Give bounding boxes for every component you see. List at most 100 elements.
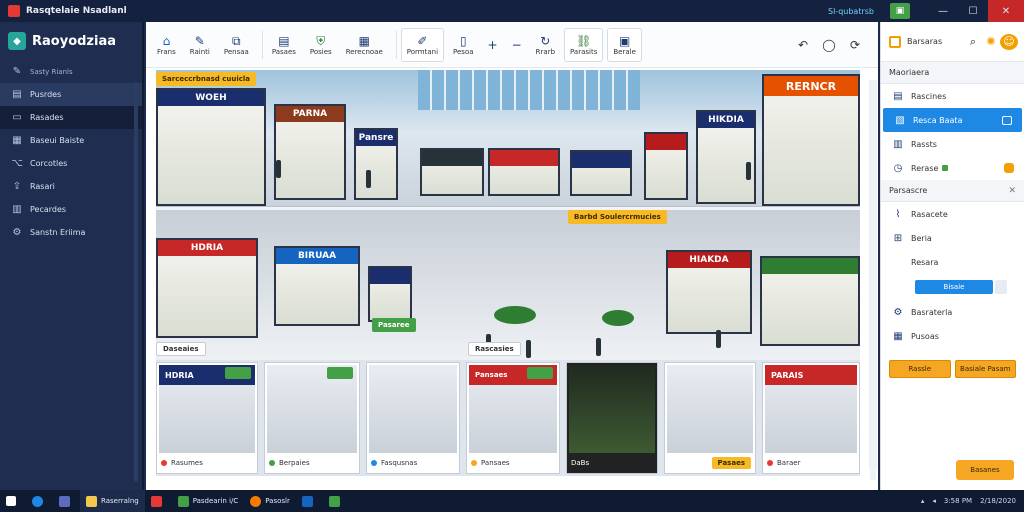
store-front[interactable]: Pansre	[354, 128, 398, 200]
link-button[interactable]: ⛓ Parasits	[564, 27, 604, 62]
store-front[interactable]: HDRIA	[156, 238, 258, 338]
store-front[interactable]: HIKDIA	[696, 110, 756, 204]
minimize-button[interactable]: —	[928, 0, 958, 22]
scene-caption[interactable]: Rascasies	[468, 342, 521, 356]
panel-item[interactable]: ◷ Rerase	[881, 156, 1024, 180]
rotate-button[interactable]: ↻ Rrarb	[531, 28, 560, 62]
taskbar-item[interactable]: Pasdearin i/C	[172, 490, 245, 512]
scene-caption[interactable]: Pasaree	[372, 318, 416, 332]
value-bar-end[interactable]	[995, 280, 1007, 294]
thumbnail-card[interactable]: Pansaes Pansaes	[466, 362, 560, 474]
volume-icon[interactable]: ◂	[932, 497, 936, 505]
panel-item[interactable]: ▤ Rascines	[881, 84, 1024, 108]
sidebar-item-share[interactable]: ⇪ Rasari	[0, 175, 142, 198]
search-icon[interactable]: ⌕	[964, 35, 982, 49]
store-front[interactable]	[644, 132, 688, 200]
apply-button[interactable]: Basanes	[956, 460, 1014, 480]
close-icon[interactable]: ✕	[1008, 186, 1016, 196]
thumbnail-card[interactable]: Berpaies	[264, 362, 360, 474]
sidebar-item-archive[interactable]: ▦ Baseui Baiste	[0, 129, 142, 152]
planter	[602, 310, 634, 326]
thumbnail-card[interactable]: Fasqusnas	[366, 362, 460, 474]
primary-action-button[interactable]: Rassle	[889, 360, 951, 378]
thumbnail-card[interactable]: Pasaes	[664, 362, 756, 474]
gear-icon[interactable]: ✺	[982, 35, 1000, 48]
value-bar[interactable]: Bisaie	[915, 280, 993, 294]
avatar[interactable]: ☺	[1000, 33, 1018, 50]
calendar-button[interactable]: ▦ Rerecnoae	[341, 28, 388, 62]
refresh-icon[interactable]: ⟳	[842, 38, 868, 52]
mall-viewport[interactable]: WOEH PARNA Pansre HIKDIA RERNCR Sarceccr…	[156, 70, 860, 476]
panel-item[interactable]: ⌇ Rasacete	[881, 202, 1024, 226]
search-icon[interactable]: ◯	[816, 38, 842, 52]
tray-time[interactable]: 3:58 PM	[944, 497, 972, 505]
sidebar-item-settings[interactable]: ⚙ Sanstn Eriima	[0, 221, 142, 244]
section-header[interactable]: Maoriaera	[881, 62, 1024, 84]
sidebar-item-projects[interactable]: ▤ Pusrdes	[0, 83, 142, 106]
thumbnail-card[interactable]: HDRIA Rasumes	[156, 362, 258, 474]
store-front[interactable]: BIRUAA	[274, 246, 360, 326]
network-icon[interactable]: ▴	[921, 497, 925, 505]
tray-date[interactable]: 2/18/2020	[980, 497, 1016, 505]
store-front[interactable]	[420, 148, 484, 196]
panel-title: Barsaras	[907, 37, 943, 46]
panel-item[interactable]: ⊞ Beria	[881, 226, 1024, 250]
panel-item[interactable]: ▦ Pusoas	[881, 324, 1024, 348]
status-dot	[471, 460, 477, 466]
scene-annotation-tag[interactable]: Barbd Soulercrmucies	[568, 210, 667, 224]
store-front[interactable]: HIAKDA	[666, 250, 752, 334]
taskbar-search[interactable]	[26, 490, 53, 512]
sidebar-item-controls[interactable]: ⌥ Corcotles	[0, 152, 142, 175]
sidebar: ◆ Raoyodziaa ✎ Sasty Rianls ▤ Pusrdes ▭ …	[0, 22, 144, 490]
sidebar-item-label: Corcotles	[30, 159, 68, 168]
thumbnail-card[interactable]: PARAIS Baraer	[762, 362, 860, 474]
document-button[interactable]: ▯ Pesoa	[448, 28, 479, 62]
shield-button[interactable]: ⛨ Posies	[305, 28, 337, 62]
panel-item-selected[interactable]: ▧ Resca Baata	[883, 108, 1022, 132]
thumbnail-image	[267, 365, 357, 453]
maximize-button[interactable]: ☐	[958, 0, 988, 22]
taskbar-item[interactable]	[296, 490, 323, 512]
taskbar-item[interactable]: Raserralng	[80, 490, 145, 512]
store-front[interactable]: PARNA	[274, 104, 346, 200]
taskbar-item[interactable]: Pasoslr	[244, 490, 296, 512]
scene-annotation-tag[interactable]: Sarceccrbnasd cuuicla	[156, 72, 256, 86]
taskbar-item[interactable]	[53, 490, 80, 512]
panel-item[interactable]: ⚙ Basraterla	[881, 300, 1024, 324]
edit-button[interactable]: ✎ Rainti	[185, 28, 215, 62]
close-button[interactable]: ✕	[988, 0, 1024, 22]
scene-caption[interactable]: Daseaies	[156, 342, 206, 356]
thumbnail-card[interactable]: DaBs	[566, 362, 658, 474]
app-logo[interactable]: ◆ Raoyodziaa	[0, 22, 142, 60]
store-front[interactable]	[488, 148, 560, 196]
section-header[interactable]: Parsascre ✕	[881, 180, 1024, 202]
gift-icon[interactable]: ▣	[890, 3, 910, 19]
zoom-out-button[interactable]: −	[507, 28, 527, 62]
sidebar-item-folders[interactable]: ▭ Rasades	[0, 106, 142, 129]
taskbar-item[interactable]	[145, 490, 172, 512]
layers-button[interactable]: ⧉ Pensaa	[219, 28, 254, 62]
user-label[interactable]: Sl-qubatrsb	[828, 7, 874, 16]
sidebar-scrollbar[interactable]	[134, 82, 138, 482]
taskbar-item[interactable]	[323, 490, 350, 512]
sidebar-item-reports[interactable]: ▥ Pecardes	[0, 198, 142, 221]
home-button[interactable]: ⌂ Frans	[152, 28, 181, 62]
grid-button[interactable]: ▣ Berale	[607, 27, 642, 62]
store-front[interactable]: WOEH	[156, 88, 266, 206]
plus-icon: +	[487, 37, 498, 52]
start-button[interactable]	[0, 490, 26, 512]
store-front[interactable]	[760, 256, 860, 346]
zoom-in-button[interactable]: +	[483, 28, 503, 62]
print-button[interactable]: ▤ Pasaes	[267, 28, 301, 62]
panel-item[interactable]: Resara	[881, 250, 1024, 274]
taskbar-item-label: Pasdearin i/C	[192, 497, 239, 505]
undo-icon[interactable]: ↶	[790, 38, 816, 52]
panel-item[interactable]: ▥ Rassts	[881, 132, 1024, 156]
store-front[interactable]: RERNCR	[762, 74, 860, 206]
secondary-action-button[interactable]: Basiale Pasam	[954, 360, 1016, 378]
sidebar-item-recent[interactable]: ✎ Sasty Rianls	[0, 60, 142, 83]
panel-scrollbar[interactable]	[869, 80, 877, 470]
store-front[interactable]	[368, 266, 412, 322]
paint-button[interactable]: ✐ Pormtani	[400, 27, 445, 62]
store-front[interactable]	[570, 150, 632, 196]
